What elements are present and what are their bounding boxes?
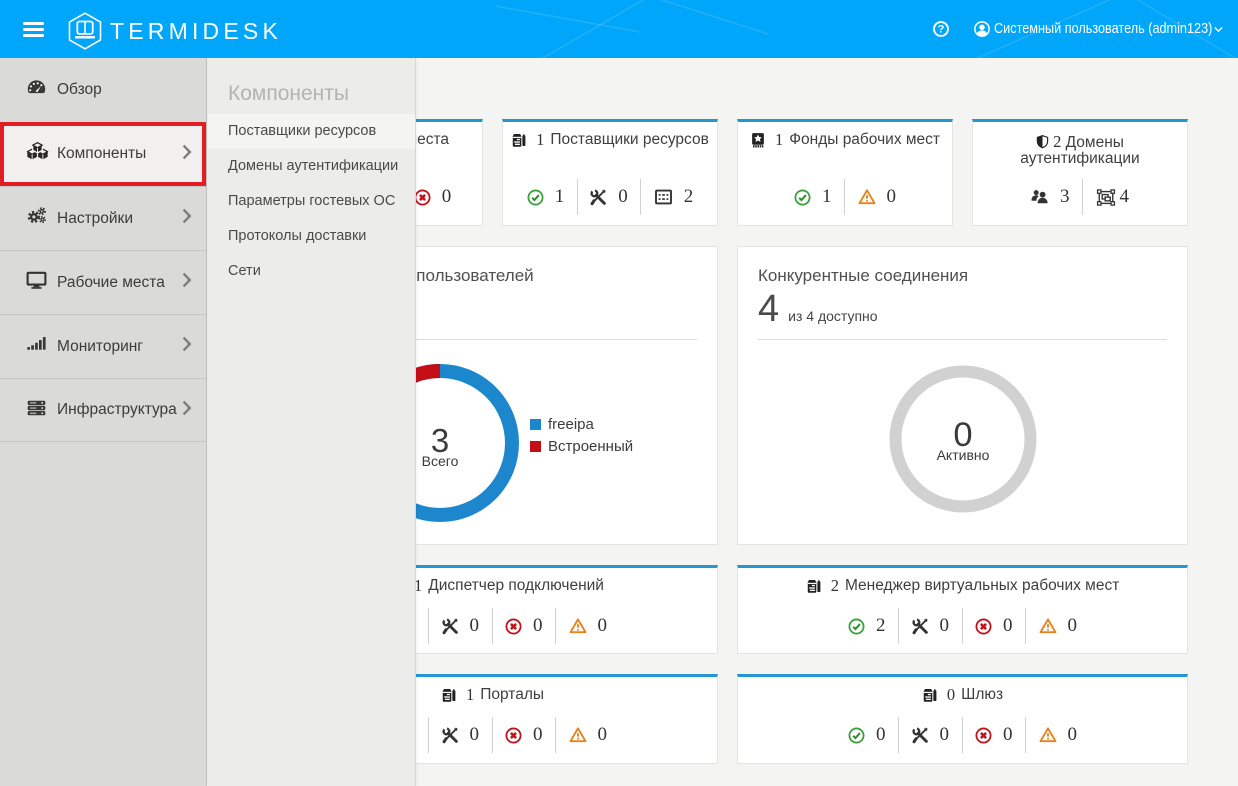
svg-text:?: ? — [938, 24, 945, 36]
